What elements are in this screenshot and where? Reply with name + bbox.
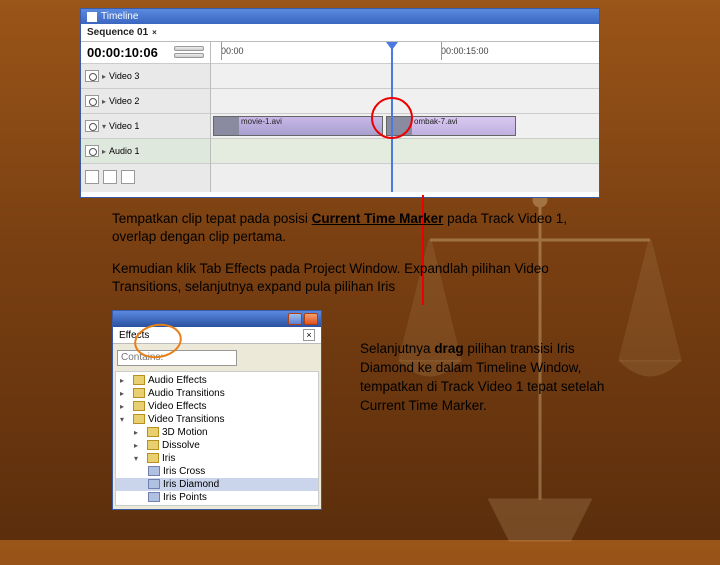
timeline-icon	[87, 12, 97, 22]
track-row-audio1[interactable]	[211, 139, 599, 164]
speaker-icon[interactable]	[85, 145, 99, 157]
instruction-paragraph-1: Tempatkan clip tepat pada posisi Current…	[112, 210, 592, 246]
effect-icon	[148, 479, 160, 489]
timeline-tools	[81, 164, 210, 189]
track-header-audio1[interactable]: ▸ Audio 1	[81, 139, 210, 164]
tree-dissolve[interactable]: ▸Dissolve	[116, 439, 318, 452]
tree-iris[interactable]: ▾Iris	[116, 452, 318, 465]
tool-button[interactable]	[85, 170, 99, 184]
tree-iris-points[interactable]: Iris Points	[116, 491, 318, 504]
track-header-video3[interactable]: ▸ Video 3	[81, 64, 210, 89]
folder-icon	[133, 401, 145, 411]
folder-icon	[147, 427, 159, 437]
effects-search-input[interactable]	[117, 350, 237, 366]
tree-audio-transitions[interactable]: ▸Audio Transitions	[116, 387, 318, 400]
track-header-video1[interactable]: ▾ Video 1	[81, 114, 210, 139]
tree-video-transitions[interactable]: ▾Video Transitions	[116, 413, 318, 426]
tab-close-icon[interactable]: ×	[303, 329, 315, 341]
instruction-paragraph-2: Kemudian klik Tab Effects pada Project W…	[112, 260, 592, 296]
chevron-icon[interactable]: ▸	[102, 97, 106, 106]
tree-iris-diamond[interactable]: Iris Diamond	[116, 478, 318, 491]
effect-icon	[148, 505, 160, 506]
instruction-paragraph-3: Selanjutnya drag pilihan transisi Iris D…	[360, 340, 610, 416]
tool-button[interactable]	[121, 170, 135, 184]
clip-movie1[interactable]: movie-1.avi	[213, 116, 383, 136]
track-header-video2[interactable]: ▸ Video 2	[81, 89, 210, 114]
folder-icon	[147, 440, 159, 450]
folder-icon	[147, 453, 159, 463]
eye-icon[interactable]	[85, 95, 99, 107]
folder-icon	[133, 414, 145, 424]
tree-3d-motion[interactable]: ▸3D Motion	[116, 426, 318, 439]
timeline-title: Timeline	[101, 11, 138, 22]
effects-tree: ▸Audio Effects ▸Audio Transitions ▸Video…	[115, 371, 319, 506]
close-tab-icon[interactable]: ×	[152, 28, 157, 37]
zoom-sliders[interactable]	[174, 46, 204, 60]
track-row-video3[interactable]	[211, 64, 599, 89]
chevron-icon[interactable]: ▾	[102, 122, 106, 131]
track-header-area: 00:00:10:06 ▸ Video 3 ▸ Video 2 ▾ Video …	[81, 42, 211, 192]
effect-icon	[148, 466, 160, 476]
clip-thumbnail	[214, 117, 239, 135]
effect-icon	[148, 492, 160, 502]
tree-iris-round[interactable]: Iris Round	[116, 504, 318, 506]
timeline-tracks-area[interactable]: 00:00 00:00:15:00 movie-1.avi ombak-7.av…	[211, 42, 599, 192]
minimize-icon[interactable]	[288, 313, 302, 325]
timecode-display[interactable]: 00:00:10:06	[81, 42, 210, 64]
timeline-titlebar[interactable]: Timeline	[81, 9, 599, 24]
tree-audio-effects[interactable]: ▸Audio Effects	[116, 374, 318, 387]
eye-icon[interactable]	[85, 120, 99, 132]
tree-video-effects[interactable]: ▸Video Effects	[116, 400, 318, 413]
tool-button[interactable]	[103, 170, 117, 184]
close-icon[interactable]	[304, 313, 318, 325]
sequence-tab[interactable]: Sequence 01 ×	[81, 24, 599, 42]
chevron-icon[interactable]: ▸	[102, 72, 106, 81]
annotation-circle	[371, 97, 413, 139]
chevron-icon[interactable]: ▸	[102, 147, 106, 156]
folder-icon	[133, 375, 145, 385]
effects-titlebar[interactable]	[113, 311, 321, 327]
folder-icon	[133, 388, 145, 398]
eye-icon[interactable]	[85, 70, 99, 82]
tree-iris-cross[interactable]: Iris Cross	[116, 465, 318, 478]
timeline-window: Timeline Sequence 01 × 00:00:10:06 ▸ Vid…	[80, 8, 600, 198]
time-ruler[interactable]: 00:00 00:00:15:00	[211, 42, 599, 64]
